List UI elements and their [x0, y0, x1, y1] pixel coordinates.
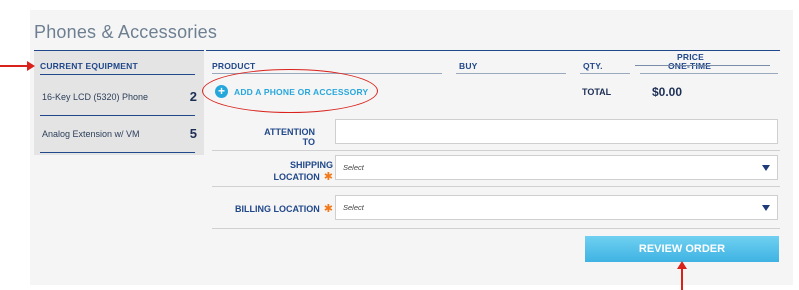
- attention-to-label: ATTENTION TO: [264, 127, 315, 147]
- shipping-location-select[interactable]: Select: [335, 155, 778, 180]
- chevron-down-icon: [762, 205, 770, 211]
- current-equipment-header: CURRENT EQUIPMENT: [40, 61, 195, 75]
- column-header-rule: [640, 73, 778, 74]
- price-header-rule: [635, 65, 770, 66]
- annotation-arrow-line: [681, 268, 683, 290]
- chevron-down-icon: [762, 165, 770, 171]
- row-divider: [212, 186, 780, 187]
- sidebar-item-analog-extension[interactable]: Analog Extension w/ VM 5: [40, 116, 197, 153]
- sidebar-item-count: 2: [189, 89, 197, 104]
- column-header-product: PRODUCT: [212, 61, 256, 71]
- page-title: Phones & Accessories: [34, 22, 218, 42]
- annotation-ellipse: [202, 69, 378, 113]
- column-header-rule: [456, 73, 566, 74]
- column-header-buy: BUY: [459, 61, 478, 71]
- row-divider: [212, 228, 780, 229]
- column-header-one-time: ONE-TIME: [668, 61, 712, 71]
- required-icon: ✱: [323, 171, 333, 183]
- sidebar-item-label: Analog Extension w/ VM: [42, 129, 140, 139]
- required-icon: ✱: [323, 203, 333, 215]
- column-header-rule: [580, 73, 630, 74]
- column-header-qty: QTY.: [583, 61, 603, 71]
- annotation-arrow-line: [0, 65, 28, 67]
- total-label: TOTAL: [582, 87, 612, 97]
- billing-location-value: Select: [343, 203, 364, 212]
- current-equipment-sidebar: CURRENT EQUIPMENT 16-Key LCD (5320) Phon…: [34, 50, 204, 155]
- row-divider: [212, 150, 780, 151]
- annotation-arrow-head: [27, 61, 35, 71]
- sidebar-item-phone[interactable]: 16-Key LCD (5320) Phone 2: [40, 79, 197, 116]
- review-order-button[interactable]: REVIEW ORDER: [585, 236, 779, 262]
- billing-location-text: BILLING LOCATION: [234, 204, 320, 214]
- annotation-arrow-head: [677, 261, 687, 269]
- total-value: $0.00: [652, 85, 683, 99]
- table-top-rule: [206, 50, 780, 51]
- shipping-location-label: SHIPPING LOCATION ✱: [228, 160, 333, 183]
- sidebar-item-count: 5: [189, 126, 197, 141]
- shipping-location-value: Select: [343, 163, 364, 172]
- billing-location-select[interactable]: Select: [335, 195, 778, 220]
- attention-to-input[interactable]: [335, 119, 778, 144]
- sidebar-item-label: 16-Key LCD (5320) Phone: [42, 92, 149, 102]
- billing-location-label: BILLING LOCATION ✱: [228, 202, 333, 215]
